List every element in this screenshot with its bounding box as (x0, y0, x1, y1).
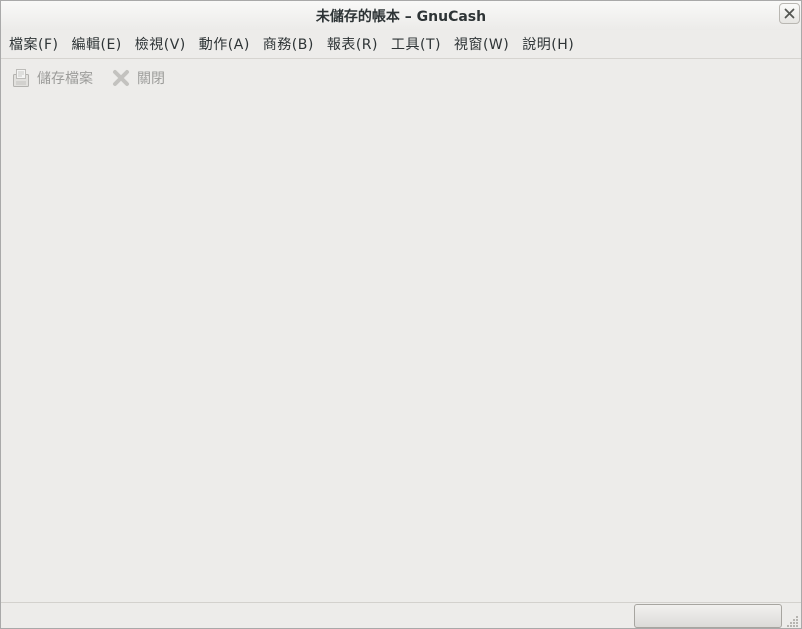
close-button-label: 關閉 (137, 71, 165, 87)
close-icon (784, 8, 795, 19)
progress-bar (634, 604, 782, 628)
close-icon (111, 68, 131, 88)
menu-actions[interactable]: 動作(A) (193, 34, 257, 54)
main-content-area (1, 97, 801, 602)
menu-windows[interactable]: 視窗(W) (448, 34, 516, 54)
menu-view[interactable]: 檢視(V) (129, 34, 193, 54)
gnucash-window: 未儲存的帳本 – GnuCash 檔案(F) 編輯(E) 檢視(V) 動作(A)… (0, 0, 802, 629)
save-button[interactable]: 儲存檔案 (11, 68, 93, 88)
menu-tools[interactable]: 工具(T) (385, 34, 448, 54)
menu-reports[interactable]: 報表(R) (321, 34, 385, 54)
resize-grip-icon[interactable] (787, 615, 799, 627)
close-book-button[interactable]: 關閉 (111, 68, 165, 88)
menu-edit[interactable]: 編輯(E) (65, 34, 128, 54)
menu-help[interactable]: 說明(H) (516, 34, 581, 54)
window-title: 未儲存的帳本 – GnuCash (315, 9, 487, 25)
save-button-label: 儲存檔案 (37, 71, 93, 87)
menu-file[interactable]: 檔案(F) (3, 34, 65, 54)
menu-business[interactable]: 商務(B) (257, 34, 321, 54)
toolbar: 儲存檔案 關閉 (1, 58, 801, 98)
status-bar (1, 602, 801, 628)
save-icon (11, 68, 31, 88)
title-bar[interactable]: 未儲存的帳本 – GnuCash (1, 1, 801, 30)
window-close-button[interactable] (779, 3, 800, 24)
menu-bar: 檔案(F) 編輯(E) 檢視(V) 動作(A) 商務(B) 報表(R) 工具(T… (1, 30, 801, 57)
